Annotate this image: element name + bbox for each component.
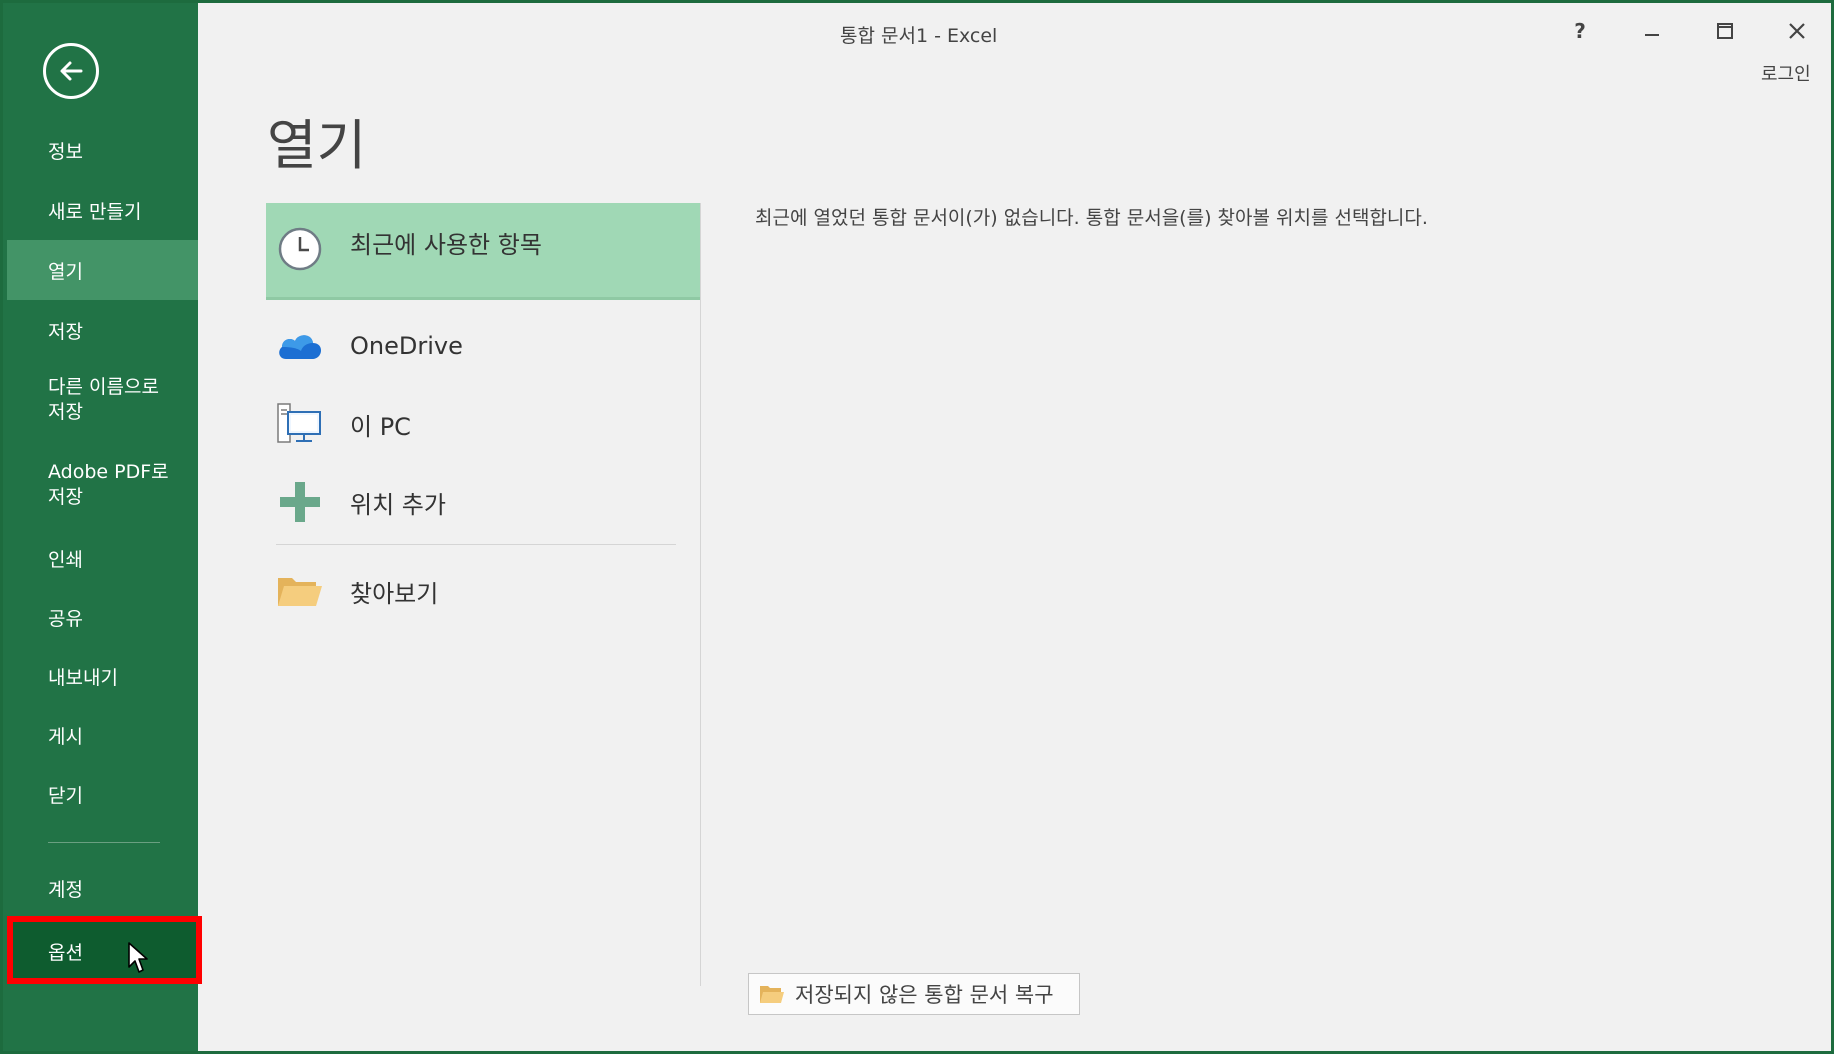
nav-label: 옵션 bbox=[48, 941, 83, 964]
nav-label: 열기 bbox=[48, 260, 83, 283]
nav-close[interactable]: 닫기 bbox=[7, 764, 198, 824]
location-this-pc[interactable]: 이 PC bbox=[266, 385, 700, 463]
location-label: OneDrive bbox=[350, 332, 463, 360]
empty-recent-message: 최근에 열었던 통합 문서이(가) 없습니다. 통합 문서을(를) 찾아볼 위치… bbox=[755, 207, 1428, 229]
nav-label: 정보 bbox=[48, 140, 83, 163]
location-label: 위치 추가 bbox=[350, 490, 446, 519]
nav-label: 계정 bbox=[48, 878, 83, 901]
nav-account[interactable]: 계정 bbox=[7, 858, 198, 918]
nav-share[interactable]: 공유 bbox=[7, 587, 198, 647]
nav-save-adobe-pdf[interactable]: Adobe PDF로 저장 bbox=[7, 449, 198, 521]
recover-unsaved-workbooks-button[interactable]: 저장되지 않은 통합 문서 복구 bbox=[748, 973, 1080, 1015]
nav-print[interactable]: 인쇄 bbox=[7, 528, 198, 588]
nav-label: 게시 bbox=[48, 725, 83, 748]
computer-icon bbox=[276, 400, 324, 448]
location-add-place[interactable]: 위치 추가 bbox=[266, 463, 700, 541]
location-recent[interactable]: 최근에 사용한 항목 bbox=[266, 203, 700, 300]
arrow-left-icon bbox=[60, 61, 83, 81]
nav-label: 내보내기 bbox=[48, 666, 118, 689]
nav-info[interactable]: 정보 bbox=[7, 120, 198, 180]
nav-save[interactable]: 저장 bbox=[7, 300, 198, 360]
minimize-icon bbox=[1645, 34, 1659, 36]
nav-export[interactable]: 내보내기 bbox=[7, 646, 198, 706]
nav-new[interactable]: 새로 만들기 bbox=[7, 180, 198, 240]
nav-label: 공유 bbox=[48, 607, 83, 630]
nav-options[interactable]: 옵션 bbox=[7, 921, 198, 981]
column-divider bbox=[700, 203, 701, 986]
nav-label: Adobe PDF로 저장 bbox=[48, 461, 169, 508]
nav-label: 다른 이름으로 저장 bbox=[48, 376, 159, 423]
help-button[interactable]: ? bbox=[1558, 13, 1602, 49]
location-onedrive[interactable]: OneDrive bbox=[266, 307, 700, 385]
location-label: 최근에 사용한 항목 bbox=[350, 231, 542, 259]
excel-window: 정보 새로 만들기 열기 저장 다른 이름으로 저장 Adobe PDF로 저장… bbox=[0, 0, 1834, 1054]
nav-label: 저장 bbox=[48, 320, 83, 343]
nav-divider bbox=[48, 842, 160, 843]
folder-icon bbox=[759, 983, 785, 1005]
nav-open[interactable]: 열기 bbox=[7, 240, 198, 300]
back-button[interactable] bbox=[43, 43, 99, 99]
plus-icon bbox=[276, 478, 324, 526]
nav-save-as[interactable]: 다른 이름으로 저장 bbox=[7, 364, 198, 436]
nav-label: 인쇄 bbox=[48, 548, 83, 571]
nav-publish[interactable]: 게시 bbox=[7, 705, 198, 765]
minimize-button[interactable] bbox=[1630, 13, 1674, 49]
close-icon bbox=[1789, 23, 1805, 39]
nav-label: 닫기 bbox=[48, 784, 83, 807]
restore-button[interactable] bbox=[1703, 13, 1747, 49]
backstage-sidebar: 정보 새로 만들기 열기 저장 다른 이름으로 저장 Adobe PDF로 저장… bbox=[3, 3, 198, 1051]
nav-label: 새로 만들기 bbox=[48, 200, 142, 223]
locations-divider bbox=[276, 544, 676, 545]
location-browse[interactable]: 찾아보기 bbox=[266, 552, 700, 630]
window-title: 통합 문서1 - Excel bbox=[840, 25, 998, 47]
restore-icon bbox=[1717, 23, 1733, 39]
recover-button-label: 저장되지 않은 통합 문서 복구 bbox=[795, 983, 1054, 1007]
cloud-icon bbox=[276, 322, 324, 370]
mouse-cursor-icon bbox=[128, 942, 148, 973]
folder-icon bbox=[276, 567, 324, 615]
clock-icon bbox=[276, 225, 324, 273]
login-link[interactable]: 로그인 bbox=[1761, 60, 1811, 86]
close-button[interactable] bbox=[1775, 13, 1819, 49]
location-label: 이 PC bbox=[350, 412, 411, 441]
location-label: 찾아보기 bbox=[350, 579, 439, 608]
page-title: 열기 bbox=[267, 114, 367, 177]
